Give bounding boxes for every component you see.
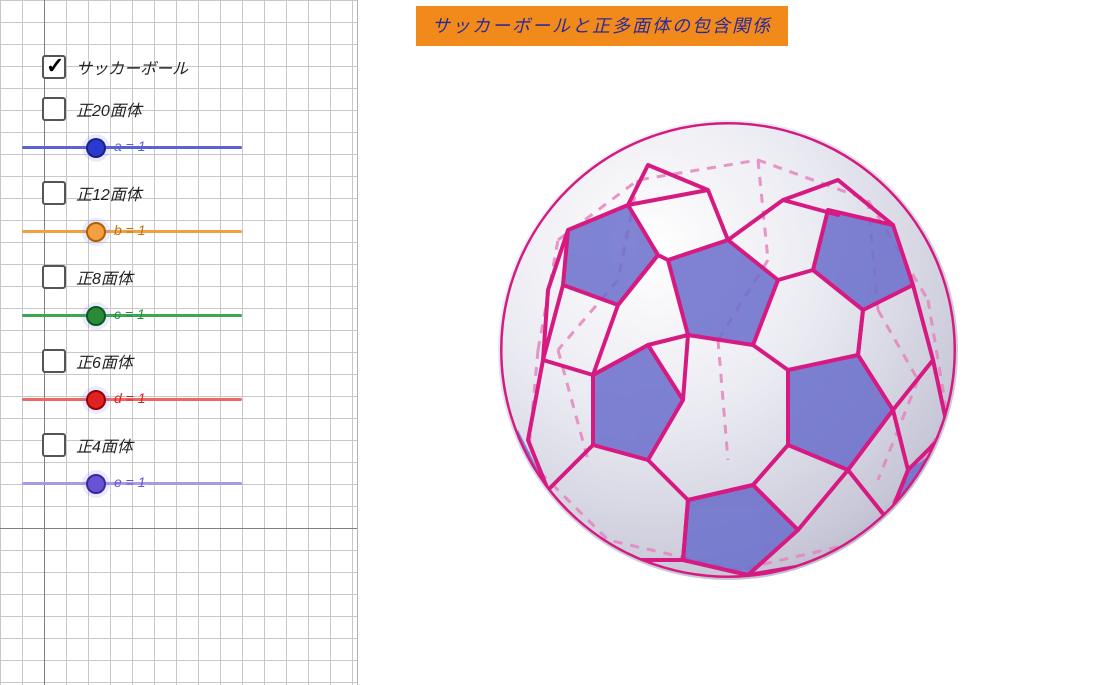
slider-c-label: c = 1 [114, 306, 145, 322]
slider-d-label: d = 1 [114, 390, 146, 406]
slider-b[interactable]: b = 1 [42, 216, 302, 248]
checkbox-label-tetra: 正4面体 [76, 433, 133, 457]
slider-d-thumb[interactable] [86, 390, 106, 410]
checkbox-row-tetra: 正4面体 [42, 426, 302, 464]
checkbox-label-soccer: サッカーボール [76, 55, 188, 79]
slider-b-label: b = 1 [114, 222, 146, 238]
ball-edges-icon [498, 120, 958, 580]
title-label: サッカーボールと正多面体の包含関係 [416, 6, 788, 46]
controls-panel: サッカーボール 正20面体 a = 1 正12面体 b = 1 正8面体 [0, 0, 358, 685]
slider-c[interactable]: c = 1 [42, 300, 302, 332]
slider-c-thumb[interactable] [86, 306, 106, 326]
slider-b-thumb[interactable] [86, 222, 106, 242]
checkbox-row-cube: 正6面体 [42, 342, 302, 380]
checkbox-cube[interactable] [42, 349, 66, 373]
slider-a[interactable]: a = 1 [42, 132, 302, 164]
checkbox-dodec[interactable] [42, 181, 66, 205]
checkbox-label-cube: 正6面体 [76, 349, 133, 373]
checkbox-octa[interactable] [42, 265, 66, 289]
checkbox-row-octa: 正8面体 [42, 258, 302, 296]
soccer-ball[interactable] [498, 120, 958, 580]
checkbox-ico[interactable] [42, 97, 66, 121]
slider-a-label: a = 1 [114, 138, 146, 154]
checkbox-tetra[interactable] [42, 433, 66, 457]
controls-list: サッカーボール 正20面体 a = 1 正12面体 b = 1 正8面体 [42, 48, 302, 510]
checkbox-label-dodec: 正12面体 [76, 181, 142, 205]
slider-e[interactable]: e = 1 [42, 468, 302, 500]
slider-a-thumb[interactable] [86, 138, 106, 158]
checkbox-soccer[interactable] [42, 55, 66, 79]
checkbox-row-soccer: サッカーボール [42, 48, 302, 86]
slider-e-thumb[interactable] [86, 474, 106, 494]
checkbox-label-ico: 正20面体 [76, 97, 142, 121]
checkbox-label-octa: 正8面体 [76, 265, 133, 289]
slider-d[interactable]: d = 1 [42, 384, 302, 416]
slider-e-label: e = 1 [114, 474, 146, 490]
checkbox-row-ico: 正20面体 [42, 90, 302, 128]
checkbox-row-dodec: 正12面体 [42, 174, 302, 212]
view-3d[interactable]: サッカーボールと正多面体の包含関係 [358, 0, 1116, 685]
